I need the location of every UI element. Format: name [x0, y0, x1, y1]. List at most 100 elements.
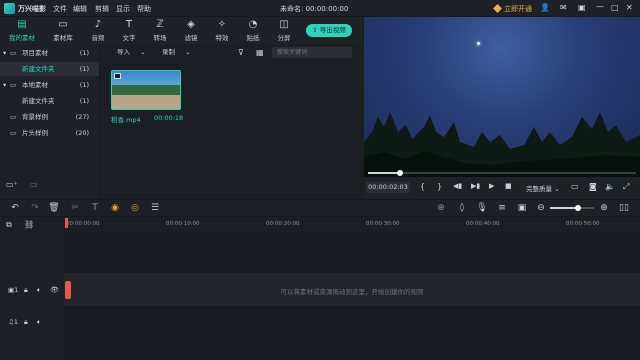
- layout-icon[interactable]: ▯▯: [617, 201, 631, 215]
- message-icon[interactable]: ✉: [560, 3, 567, 12]
- cut-icon[interactable]: ✂: [68, 201, 82, 215]
- tab-my-media[interactable]: ▤ 我的素材: [9, 18, 35, 44]
- split-screen-icon: ◫: [279, 19, 289, 30]
- chevron-down-icon: ⌄: [140, 48, 146, 56]
- menu-clip[interactable]: 剪辑: [95, 4, 109, 14]
- video-type-icon: [114, 73, 121, 79]
- redo-icon[interactable]: ↷: [28, 201, 42, 215]
- grid-view-icon[interactable]: ▦: [256, 47, 264, 58]
- menu-file[interactable]: 文件: [53, 4, 67, 14]
- folder-icon: ▭: [58, 19, 68, 30]
- ruler-label: 00:00:50:00: [566, 221, 600, 227]
- mark-in-icon[interactable]: {: [420, 182, 425, 191]
- sticker-icon: ◔: [248, 19, 258, 30]
- import-dropdown[interactable]: 导入 ⌄: [117, 47, 146, 58]
- folder-local-media[interactable]: ▾ ▭ 本地素材 (1): [0, 78, 99, 92]
- folder-new-folder-1[interactable]: 新建文件夹 (1): [0, 62, 99, 76]
- tab-filter[interactable]: ◈ 滤镜: [178, 18, 204, 44]
- tab-sticker[interactable]: ◔ 贴纸: [240, 18, 266, 44]
- folder-intro-samples[interactable]: ▭ 片头样例 (20): [0, 126, 99, 140]
- folder-background-samples[interactable]: ▭ 背景样例 (27): [0, 110, 99, 124]
- record-dropdown[interactable]: 录制 ⌄: [162, 47, 191, 58]
- zoom-in-icon[interactable]: ⊕: [597, 201, 611, 215]
- minimize-icon[interactable]: —: [596, 2, 604, 11]
- adjust-icon[interactable]: ☰: [148, 201, 162, 215]
- zoom-slider-handle[interactable]: [575, 205, 581, 211]
- user-icon[interactable]: 👤: [540, 3, 550, 12]
- maximize-icon[interactable]: □: [611, 3, 619, 12]
- mic-icon[interactable]: 🎙: [475, 201, 489, 215]
- zoom-slider[interactable]: [550, 207, 594, 209]
- eye-icon[interactable]: 👁︎: [50, 286, 59, 294]
- zoom-slider-fill: [550, 207, 578, 209]
- new-folder-icon[interactable]: ▭⁺: [6, 180, 18, 189]
- effects-icon: ✧: [217, 19, 227, 30]
- render-icon[interactable]: ⊕: [434, 201, 448, 215]
- snapshot-icon[interactable]: ◙: [589, 182, 597, 191]
- star: [477, 42, 480, 45]
- add-track-icon[interactable]: ⧉: [6, 220, 12, 230]
- volume-icon[interactable]: 🔈: [605, 182, 615, 191]
- subtitle-icon[interactable]: ≡: [495, 201, 509, 215]
- export-button[interactable]: ⇪ 导出视频: [306, 24, 352, 37]
- ruler-label: 00:00:00:00: [66, 221, 100, 227]
- speed-icon[interactable]: ◎: [128, 201, 142, 215]
- timeline-ruler[interactable]: [64, 217, 640, 232]
- tab-library[interactable]: ▭ 素材库: [50, 18, 76, 44]
- mark-out-icon[interactable]: }: [437, 182, 442, 191]
- volume-icon[interactable]: 🔈︎: [37, 318, 41, 327]
- color-icon[interactable]: ◉: [108, 201, 122, 215]
- fullscreen-icon[interactable]: ⤢: [623, 182, 629, 192]
- undo-icon[interactable]: ↶: [8, 201, 22, 215]
- shield-icon[interactable]: ◊: [455, 201, 469, 215]
- quality-dropdown[interactable]: 完整质量 ⌄: [526, 183, 560, 193]
- media-clip-thumbnail[interactable]: [111, 70, 181, 110]
- tab-transition[interactable]: ℤ 转场: [147, 18, 173, 44]
- lock-icon[interactable]: 🔒︎: [24, 286, 28, 295]
- app-logo-icon: [4, 3, 15, 14]
- folder-new-folder-2[interactable]: 新建文件夹 (1): [0, 94, 99, 108]
- upgrade-link[interactable]: 立即开通: [504, 4, 532, 14]
- tab-split-screen[interactable]: ◫ 分屏: [271, 18, 297, 44]
- music-note-icon: ♪: [94, 19, 102, 30]
- preview-window: [364, 17, 640, 177]
- menu-view[interactable]: 显示: [116, 4, 130, 14]
- link-icon[interactable]: ⛓: [24, 220, 34, 229]
- menu-help[interactable]: 帮助: [137, 4, 151, 14]
- clip-name: 稻香.mp4: [111, 116, 141, 124]
- monitor-icon[interactable]: ▭: [571, 182, 579, 191]
- crop-text-icon[interactable]: ⊤: [88, 201, 102, 215]
- menu-edit[interactable]: 编辑: [73, 4, 87, 14]
- stop-icon[interactable]: ■: [505, 182, 512, 190]
- app-name: 万兴喵影: [18, 5, 46, 13]
- screen-icon[interactable]: ▣: [515, 201, 529, 215]
- folder-media-icon: ▤: [17, 19, 27, 30]
- volume-icon[interactable]: 🔈︎: [37, 286, 41, 295]
- folder-project-media[interactable]: ▾ ▭ 项目素材 (1): [0, 46, 99, 60]
- filter-icon[interactable]: ⊽: [238, 47, 244, 58]
- tab-audio[interactable]: ♪ 音频: [85, 18, 111, 44]
- folder-icon: ▭: [10, 129, 17, 137]
- zoom-out-icon[interactable]: ⊖: [534, 201, 548, 215]
- play-icon[interactable]: ▶: [489, 182, 494, 190]
- save-icon[interactable]: ▣: [578, 3, 586, 12]
- playback-progress-track[interactable]: [368, 172, 636, 174]
- folder-outline-icon[interactable]: ▭: [30, 180, 38, 189]
- clip-duration: 00:00:18: [154, 114, 184, 122]
- close-icon[interactable]: ✕: [626, 3, 633, 12]
- play-pause-icon[interactable]: ▶▮: [471, 182, 480, 190]
- tab-text[interactable]: T 文字: [116, 18, 142, 44]
- project-title: 未命名: 00:00:00:00: [280, 5, 349, 13]
- thumbnail-ground: [112, 95, 180, 109]
- transition-icon: ℤ: [156, 19, 164, 30]
- tab-effects[interactable]: ✧ 特效: [209, 18, 235, 44]
- step-back-icon[interactable]: ◀▮: [453, 182, 462, 190]
- search-input[interactable]: 搜索关键词: [272, 47, 352, 58]
- folder-icon: ▭: [10, 113, 17, 121]
- lock-icon[interactable]: 🔒︎: [24, 318, 28, 327]
- audio-track-label: ♫1: [8, 318, 18, 326]
- timeline-hint: 可以将素材或资源拖动到这里，开始创建你的视频: [280, 288, 424, 296]
- chevron-down-icon: ⌄: [554, 185, 560, 193]
- playhead-marker[interactable]: [65, 218, 68, 228]
- delete-icon[interactable]: 🗑: [47, 201, 61, 215]
